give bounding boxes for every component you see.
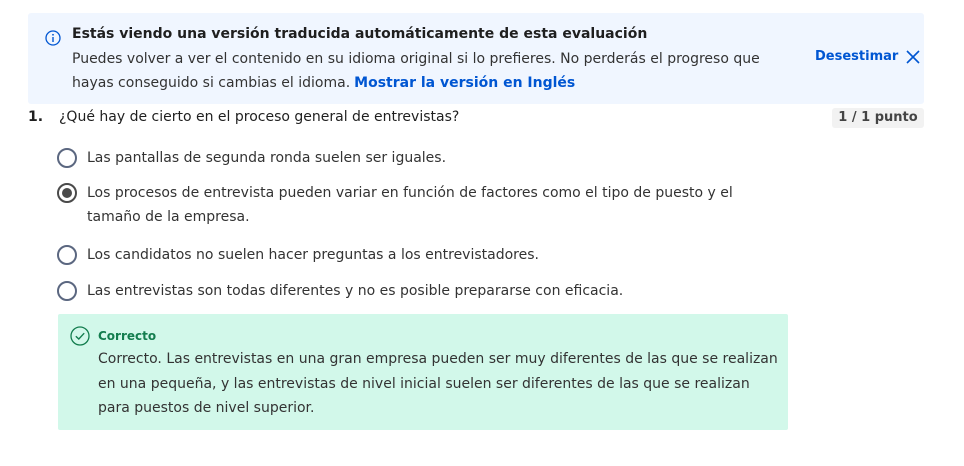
feedback-body: Correcto. Las entrevistas en una gran em… bbox=[98, 351, 778, 416]
option-label: Las pantallas de segunda ronda suelen se… bbox=[87, 150, 447, 166]
radio-button[interactable] bbox=[57, 245, 77, 265]
points-badge: 1 / 1 punto bbox=[832, 108, 924, 128]
radio-button[interactable] bbox=[57, 281, 77, 301]
radio-button[interactable] bbox=[57, 148, 77, 168]
option-1[interactable]: Las pantallas de segunda ronda suelen se… bbox=[57, 148, 777, 170]
dismiss-label: Desestimar bbox=[815, 49, 899, 64]
banner-title: Estás viendo una versión traducida autom… bbox=[72, 26, 648, 42]
option-3[interactable]: Los candidatos no suelen hacer preguntas… bbox=[57, 245, 777, 267]
question-number: 1. bbox=[28, 109, 44, 125]
option-label: Los candidatos no suelen hacer preguntas… bbox=[87, 247, 539, 263]
question-text: ¿Qué hay de cierto en el proceso general… bbox=[59, 109, 460, 125]
option-label: Los procesos de entrevista pueden variar… bbox=[87, 185, 733, 225]
dismiss-button[interactable]: Desestimar bbox=[815, 49, 920, 64]
feedback-box: Correcto Correcto. Las entrevistas en un… bbox=[58, 314, 788, 430]
show-original-link[interactable]: Mostrar la versión en Inglés bbox=[354, 75, 575, 91]
info-icon bbox=[45, 30, 61, 46]
option-4[interactable]: Las entrevistas son todas diferentes y n… bbox=[57, 281, 777, 303]
close-icon bbox=[906, 49, 920, 64]
check-circle-icon bbox=[70, 326, 90, 346]
option-2[interactable]: Los procesos de entrevista pueden variar… bbox=[57, 183, 777, 229]
option-label: Las entrevistas son todas diferentes y n… bbox=[87, 283, 624, 299]
feedback-title: Correcto bbox=[98, 329, 157, 343]
radio-button-selected[interactable] bbox=[57, 183, 77, 203]
banner-body: Puedes volver a ver el contenido en su i… bbox=[72, 47, 792, 95]
translation-banner: Estás viendo una versión traducida autom… bbox=[28, 13, 924, 104]
